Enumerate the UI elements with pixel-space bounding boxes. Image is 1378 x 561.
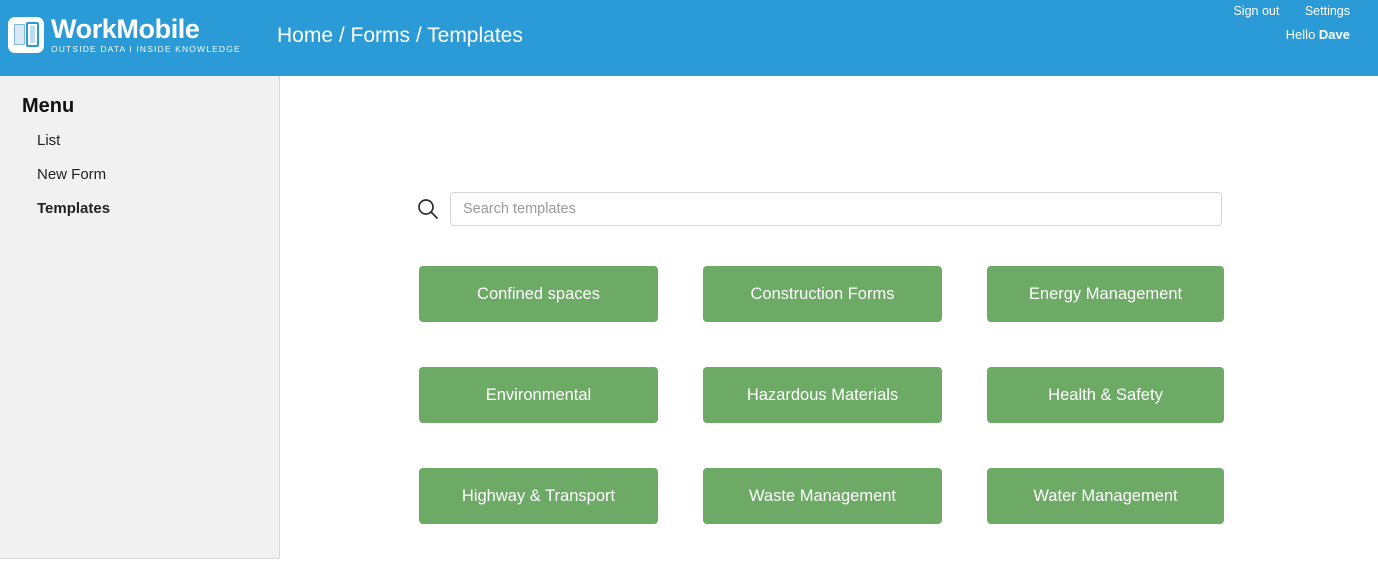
- sidebar: Menu List New Form Templates: [0, 76, 280, 559]
- sidebar-menu: List New Form Templates: [37, 132, 110, 234]
- template-button-highway-and-transport[interactable]: Highway & Transport: [419, 468, 658, 524]
- search-row: [415, 192, 1222, 226]
- templates-grid: Confined spaces Construction Forms Energ…: [419, 266, 1224, 524]
- sidebar-title: Menu: [22, 95, 75, 117]
- brand-logo[interactable]: WorkMobile OUTSIDE DATA I INSIDE KNOWLED…: [8, 16, 241, 54]
- sign-out-link[interactable]: Sign out: [1233, 4, 1279, 18]
- main-content: Confined spaces Construction Forms Energ…: [281, 76, 1378, 561]
- header-links: Sign out Settings: [1211, 4, 1350, 18]
- document-tablet-icon: [8, 16, 44, 53]
- template-button-confined-spaces[interactable]: Confined spaces: [419, 266, 658, 322]
- template-button-health-and-safety[interactable]: Health & Safety: [987, 367, 1224, 423]
- greeting-prefix: Hello: [1285, 27, 1319, 42]
- app-header: WorkMobile OUTSIDE DATA I INSIDE KNOWLED…: [0, 0, 1378, 76]
- logo-page-shape: [14, 23, 25, 45]
- template-button-water-management[interactable]: Water Management: [987, 468, 1224, 524]
- brand-name: WorkMobile: [51, 14, 200, 44]
- sidebar-item-templates[interactable]: Templates: [37, 200, 110, 217]
- logo-tablet-shape: [26, 21, 39, 47]
- search-input[interactable]: [450, 192, 1222, 226]
- settings-link[interactable]: Settings: [1305, 4, 1350, 18]
- sidebar-item-list[interactable]: List: [37, 132, 110, 149]
- template-button-waste-management[interactable]: Waste Management: [703, 468, 942, 524]
- template-button-environmental[interactable]: Environmental: [419, 367, 658, 423]
- user-name: Dave: [1318, 27, 1350, 42]
- template-button-hazardous-materials[interactable]: Hazardous Materials: [703, 367, 942, 423]
- template-button-construction-forms[interactable]: Construction Forms: [703, 266, 942, 322]
- brand-tagline: OUTSIDE DATA I INSIDE KNOWLEDGE: [51, 44, 241, 54]
- search-icon[interactable]: [415, 196, 441, 222]
- brand-text: WorkMobile OUTSIDE DATA I INSIDE KNOWLED…: [51, 16, 241, 54]
- user-greeting: Hello Dave: [1211, 27, 1350, 42]
- template-button-energy-management[interactable]: Energy Management: [987, 266, 1224, 322]
- header-account-area: Sign out Settings Hello Dave: [1211, 4, 1350, 42]
- breadcrumb[interactable]: Home / Forms / Templates: [277, 24, 523, 48]
- sidebar-item-new-form[interactable]: New Form: [37, 166, 110, 183]
